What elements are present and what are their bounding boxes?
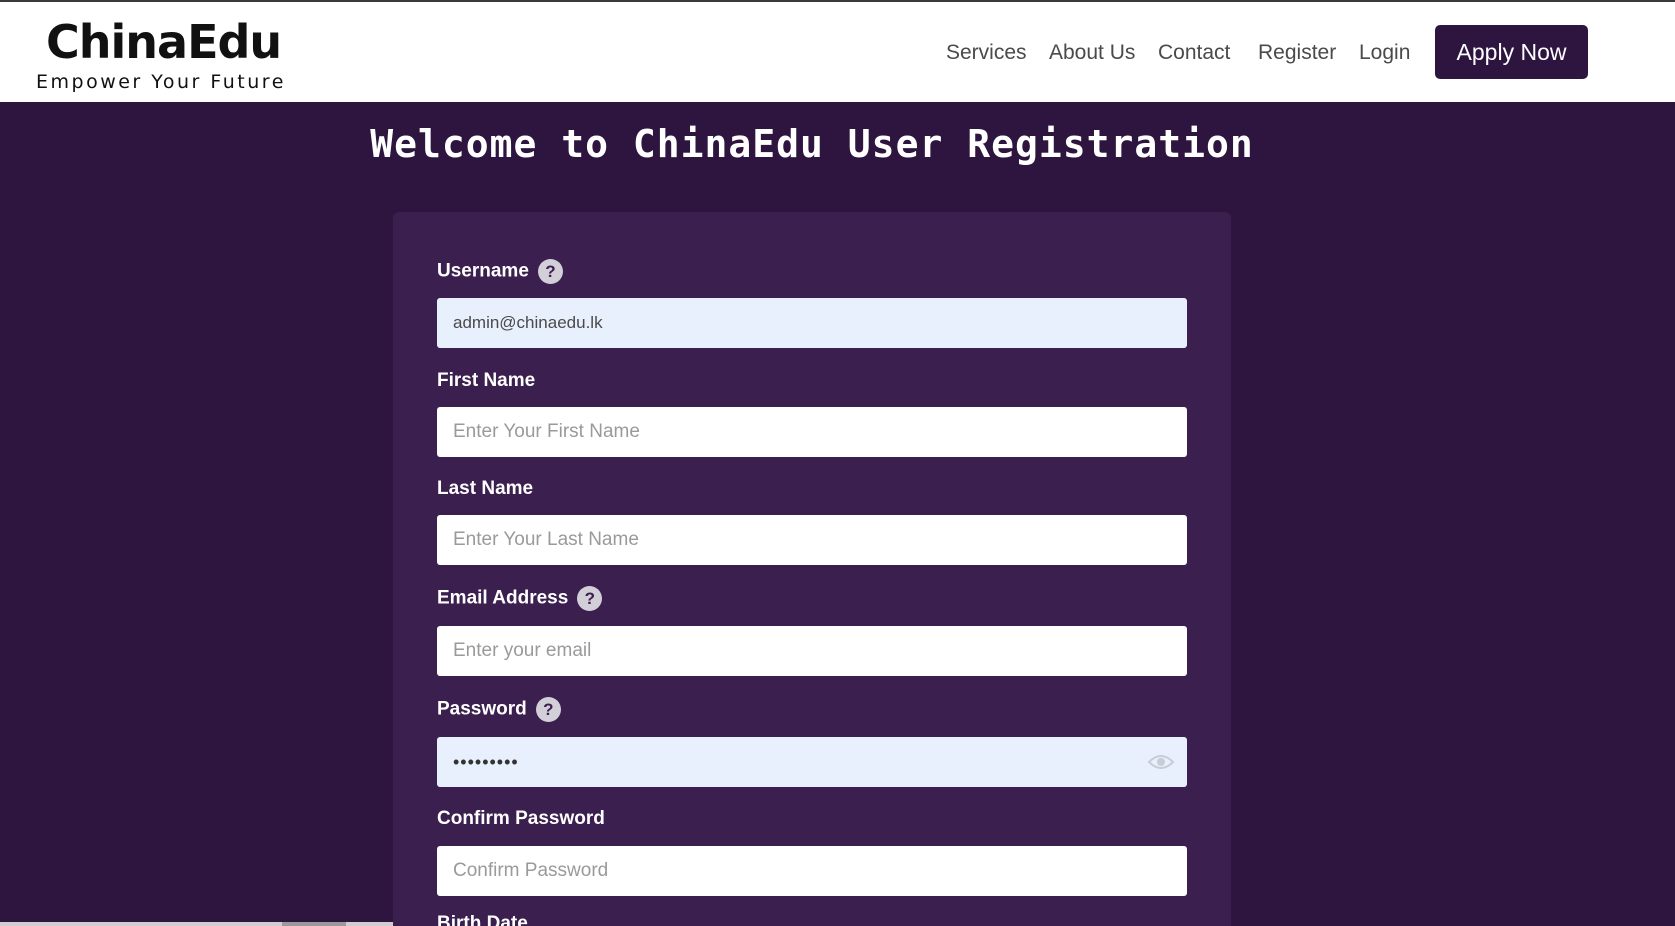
username-label-row: Username? [437,259,563,284]
confirm-password-input[interactable] [437,846,1187,896]
last-name-label: Last Name [437,478,534,499]
bottom-scroll-thumb[interactable] [282,922,346,926]
confirm-password-label: Confirm Password [437,808,605,829]
site-header: ChinaEdu Empower Your Future Services Ab… [0,2,1675,102]
username-help-icon[interactable]: ? [537,259,563,284]
email-help-icon[interactable]: ? [577,586,603,611]
main-nav: Services About Us Contact Register Login… [0,25,1675,79]
apply-now-button[interactable]: Apply Now [1435,25,1588,79]
nav-services-link[interactable]: Services [946,40,1027,66]
nav-login-link[interactable]: Login [1359,40,1410,66]
password-input[interactable] [437,737,1187,787]
password-label: Password [437,698,527,720]
password-help-icon[interactable]: ? [535,697,561,722]
nav-about-link[interactable]: About Us [1049,40,1135,66]
first-name-label: First Name [437,370,536,391]
first-name-input[interactable] [437,407,1187,457]
email-input[interactable] [437,626,1187,676]
registration-form: Username? First Name Last Name Email Add… [393,212,1231,926]
nav-contact-link[interactable]: Contact [1158,40,1230,66]
email-label: Email Address [437,587,569,609]
nav-register-link[interactable]: Register [1258,40,1336,66]
username-input[interactable] [437,298,1187,348]
email-label-row: Email Address? [437,586,603,611]
last-name-input[interactable] [437,515,1187,565]
password-label-row: Password? [437,697,561,722]
page-title: Welcome to ChinaEdu User Registration [370,122,1254,166]
birth-date-label: Birth Date [437,913,528,926]
eye-icon[interactable] [1147,753,1175,771]
username-label: Username [437,260,529,282]
